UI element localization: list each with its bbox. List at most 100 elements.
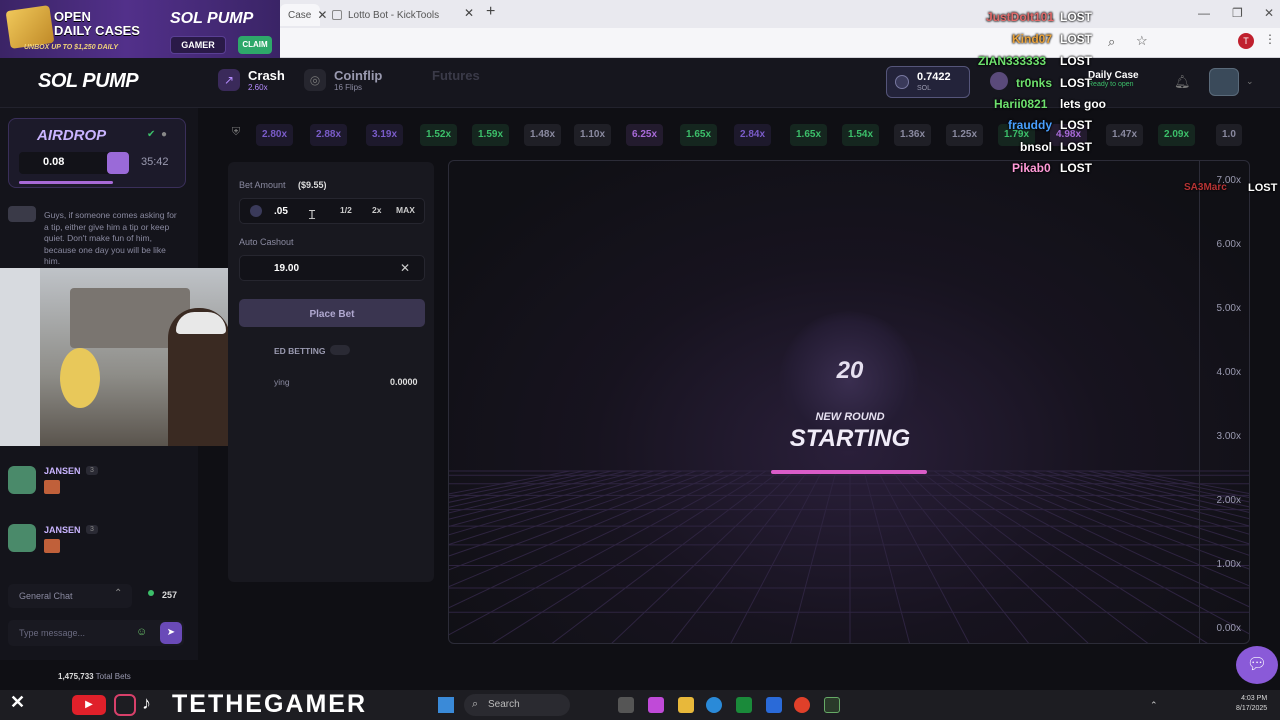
- nav-crash-sub: 2.60x: [248, 83, 268, 92]
- countdown-number: 20: [836, 357, 864, 384]
- chat-input-placeholder: Type message...: [19, 628, 86, 638]
- close-icon[interactable]: ✕: [400, 261, 410, 275]
- multiplier-chip: 1.25x: [946, 124, 984, 146]
- grid-line: [449, 470, 571, 495]
- instagram-icon: [114, 694, 136, 716]
- multiplier-chip: 1.65x: [790, 124, 828, 146]
- double-button[interactable]: 2x: [372, 205, 381, 215]
- restore-icon[interactable]: ❐: [1232, 6, 1243, 20]
- minimize-icon[interactable]: —: [1198, 6, 1210, 20]
- store-icon[interactable]: [766, 697, 782, 713]
- promo-subtitle: UNBOX UP TO $1,250 DAILY: [24, 44, 119, 51]
- balance-display[interactable]: 0.7422 SOL: [886, 66, 970, 98]
- place-bet-label: Place Bet: [309, 309, 355, 320]
- send-icon[interactable]: ➤: [160, 622, 182, 644]
- chat-user-level: 3: [86, 525, 98, 534]
- nav-futures[interactable]: Futures: [432, 68, 480, 83]
- search-icon[interactable]: ⌕: [1108, 34, 1115, 50]
- bet-amount-label: Bet Amount: [239, 180, 286, 190]
- chart-up-icon: ↗: [218, 69, 240, 91]
- multiplier-chip: 2.80x: [256, 124, 294, 146]
- auto-cashout-input[interactable]: 19.00 ✕: [239, 255, 425, 281]
- promo-claim-button[interactable]: CLAIM: [238, 36, 272, 54]
- grid-line: [611, 470, 795, 643]
- app-icon[interactable]: [824, 697, 840, 713]
- multiplier-chip: 1.54x: [842, 124, 880, 146]
- window-blinds: [0, 268, 40, 446]
- multiplier-chip: 1.52x: [420, 124, 458, 146]
- chat-input[interactable]: Type message... ☺: [8, 620, 184, 646]
- close-icon[interactable]: ✕: [464, 6, 474, 20]
- round-label: NEW ROUND: [815, 411, 885, 423]
- profile-avatar-icon[interactable]: T: [1238, 33, 1254, 49]
- chat-channel-select[interactable]: General Chat ⌃: [8, 584, 132, 608]
- airdrop-card[interactable]: AIRDROP ✔ ● 0.08 35:42: [8, 118, 186, 188]
- bet-panel: [228, 162, 434, 582]
- y-tick-label: 1.00x: [1216, 559, 1241, 570]
- overlay-chat-message: LOST: [1060, 54, 1092, 68]
- taskbar-search[interactable]: ⌕ Search: [464, 694, 570, 716]
- plus-icon[interactable]: +: [486, 3, 495, 21]
- xbox-icon[interactable]: [736, 697, 752, 713]
- bell-icon[interactable]: 🔔︎: [1174, 74, 1191, 90]
- close-window-icon[interactable]: ✕: [1264, 6, 1274, 20]
- grid-line: [449, 470, 697, 557]
- taskbar-clock[interactable]: 4:03 PM 8/17/2025: [1236, 694, 1267, 714]
- half-button[interactable]: 1/2: [340, 205, 352, 215]
- grid-line: [449, 470, 599, 503]
- edge-icon[interactable]: [706, 697, 722, 713]
- emoji-icon[interactable]: ☺: [136, 626, 147, 638]
- menu-dots-icon[interactable]: ⋮: [1264, 32, 1276, 46]
- place-bet-button[interactable]: Place Bet: [239, 299, 425, 327]
- max-button[interactable]: MAX: [396, 205, 415, 215]
- shield-icon[interactable]: ⛨: [228, 126, 244, 144]
- total-bets-value: 1,475,733: [58, 672, 94, 681]
- x-logo-icon: ✕: [10, 692, 26, 712]
- windows-icon[interactable]: [438, 697, 454, 713]
- nav-crash[interactable]: ↗ Crash 2.60x: [218, 68, 285, 92]
- nav-coinflip-title: Coinflip: [334, 68, 383, 83]
- daily-case-button[interactable]: Daily Case Ready to open: [1088, 70, 1139, 88]
- nav-coinflip[interactable]: ◎ Coinflip 16 Flips: [304, 68, 382, 92]
- overlay-chat-message: lets goo: [1060, 97, 1107, 111]
- grid-line: [1017, 470, 1249, 545]
- y-tick-label: 0.00x: [1216, 623, 1241, 634]
- site-logo[interactable]: SOL PUMP: [38, 70, 139, 93]
- overlay-chat-user: frauddy: [1008, 118, 1053, 132]
- grid-line: [891, 470, 1030, 643]
- avatar[interactable]: [1209, 68, 1239, 96]
- airdrop-progress: [19, 181, 113, 184]
- app-copilot-icon[interactable]: [648, 697, 664, 713]
- grid-line: [933, 470, 1208, 643]
- bet-amount-input[interactable]: .05 1/2 2x MAX: [239, 198, 425, 224]
- overlay-chat-user: tr0nks: [1016, 76, 1053, 90]
- browser-tab-bar: Case ✕ Lotto Bot - KickTools ✕ + — ❐ ✕: [280, 0, 1280, 28]
- browser-address-bar[interactable]: ⌕ ☆ T ⋮: [280, 28, 1280, 58]
- task-view-icon[interactable]: [618, 697, 634, 713]
- browser-tab-active[interactable]: Case ✕: [280, 4, 327, 26]
- file-explorer-icon[interactable]: [678, 697, 694, 713]
- sol-coin-icon: [895, 75, 909, 89]
- advanced-betting-toggle[interactable]: [330, 345, 350, 355]
- streamer-cap: [176, 312, 226, 334]
- chevron-down-icon[interactable]: ⌄: [1246, 76, 1254, 87]
- airdrop-join-button[interactable]: [107, 152, 129, 174]
- chevron-up-icon[interactable]: ⌃: [1150, 700, 1158, 711]
- multiplier-chip: 3.19x: [366, 124, 404, 146]
- multiplier-chip: 1.48x: [524, 124, 562, 146]
- star-icon[interactable]: ☆: [1136, 33, 1148, 49]
- daily-case-title: Daily Case: [1088, 70, 1139, 81]
- overlay-chat-message: LOST: [1060, 118, 1092, 132]
- browser-tab-lotto[interactable]: Lotto Bot - KickTools: [324, 4, 484, 26]
- nav-futures-title: Futures: [432, 68, 480, 83]
- text-cursor-icon: Ｉ: [306, 208, 319, 222]
- overlay-chat-user: bnsol: [1020, 140, 1052, 154]
- crash-game-canvas: 7.00x 6.00x 5.00x 4.00x 3.00x 2.00x 1.00x 0.00x…: [448, 160, 1250, 644]
- chrome-icon[interactable]: [794, 697, 810, 713]
- tab-favicon-icon: [332, 10, 342, 20]
- grid-line: [551, 470, 781, 643]
- browser-tab-title: Lotto Bot - KickTools: [348, 9, 440, 21]
- info-icon[interactable]: ●: [161, 129, 167, 140]
- chat-bubble-icon[interactable]: 💬︎: [1236, 646, 1278, 684]
- grid-line: [919, 470, 1149, 643]
